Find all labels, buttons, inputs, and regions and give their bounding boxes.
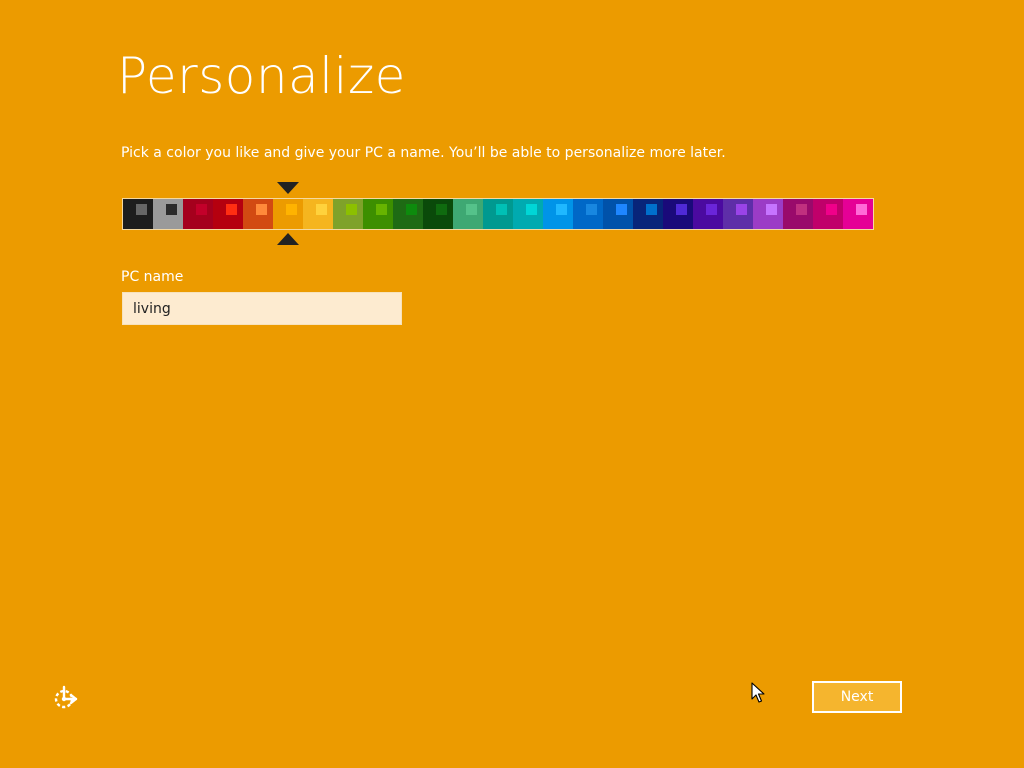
color-swatch-accent (316, 204, 327, 215)
color-swatch[interactable] (843, 199, 873, 229)
page-subtitle: Pick a color you like and give your PC a… (121, 145, 726, 161)
color-swatch-accent (376, 204, 387, 215)
color-swatch-accent (706, 204, 717, 215)
color-swatch[interactable] (693, 199, 723, 229)
color-swatch[interactable] (723, 199, 753, 229)
color-swatch-selected[interactable] (273, 199, 303, 229)
color-swatch[interactable] (303, 199, 333, 229)
color-swatch[interactable] (213, 199, 243, 229)
color-swatch-accent (136, 204, 147, 215)
pc-name-label: PC name (121, 269, 184, 285)
color-swatch[interactable] (453, 199, 483, 229)
pc-name-input[interactable] (122, 292, 402, 325)
color-swatch-accent (646, 204, 657, 215)
color-swatch[interactable] (663, 199, 693, 229)
color-swatch[interactable] (513, 199, 543, 229)
color-swatch[interactable] (363, 199, 393, 229)
color-swatch-accent (256, 204, 267, 215)
color-swatch-accent (196, 204, 207, 215)
color-swatch[interactable] (633, 199, 663, 229)
color-swatch[interactable] (153, 199, 183, 229)
mouse-pointer-icon (751, 682, 765, 704)
color-swatch-accent (436, 204, 447, 215)
color-swatch[interactable] (393, 199, 423, 229)
color-swatch[interactable] (543, 199, 573, 229)
ease-of-access-icon[interactable] (52, 684, 80, 712)
color-swatch-accent (826, 204, 837, 215)
color-swatch-accent (616, 204, 627, 215)
page-title: Personalize (117, 47, 406, 105)
color-swatch-accent (856, 204, 867, 215)
color-swatch-accent (166, 204, 177, 215)
color-swatch-accent (496, 204, 507, 215)
color-swatch[interactable] (783, 199, 813, 229)
color-swatch-accent (796, 204, 807, 215)
selected-color-marker-top-icon (277, 182, 299, 194)
color-swatch[interactable] (483, 199, 513, 229)
next-button[interactable]: Next (812, 681, 902, 713)
color-swatch-accent (766, 204, 777, 215)
color-swatch-accent (526, 204, 537, 215)
color-swatch-accent (226, 204, 237, 215)
color-swatch-accent (586, 204, 597, 215)
color-swatch[interactable] (183, 199, 213, 229)
color-swatch[interactable] (603, 199, 633, 229)
color-swatch[interactable] (333, 199, 363, 229)
color-swatch[interactable] (813, 199, 843, 229)
color-swatch[interactable] (123, 199, 153, 229)
color-swatch[interactable] (423, 199, 453, 229)
color-swatch[interactable] (753, 199, 783, 229)
color-swatch-accent (346, 204, 357, 215)
color-swatch-accent (286, 204, 297, 215)
color-swatch-accent (676, 204, 687, 215)
color-swatch-accent (466, 204, 477, 215)
color-swatch-accent (736, 204, 747, 215)
color-swatch[interactable] (573, 199, 603, 229)
color-palette (122, 198, 874, 230)
color-swatch-accent (406, 204, 417, 215)
color-swatch-accent (556, 204, 567, 215)
selected-color-marker-bottom-icon (277, 233, 299, 245)
color-swatch[interactable] (243, 199, 273, 229)
